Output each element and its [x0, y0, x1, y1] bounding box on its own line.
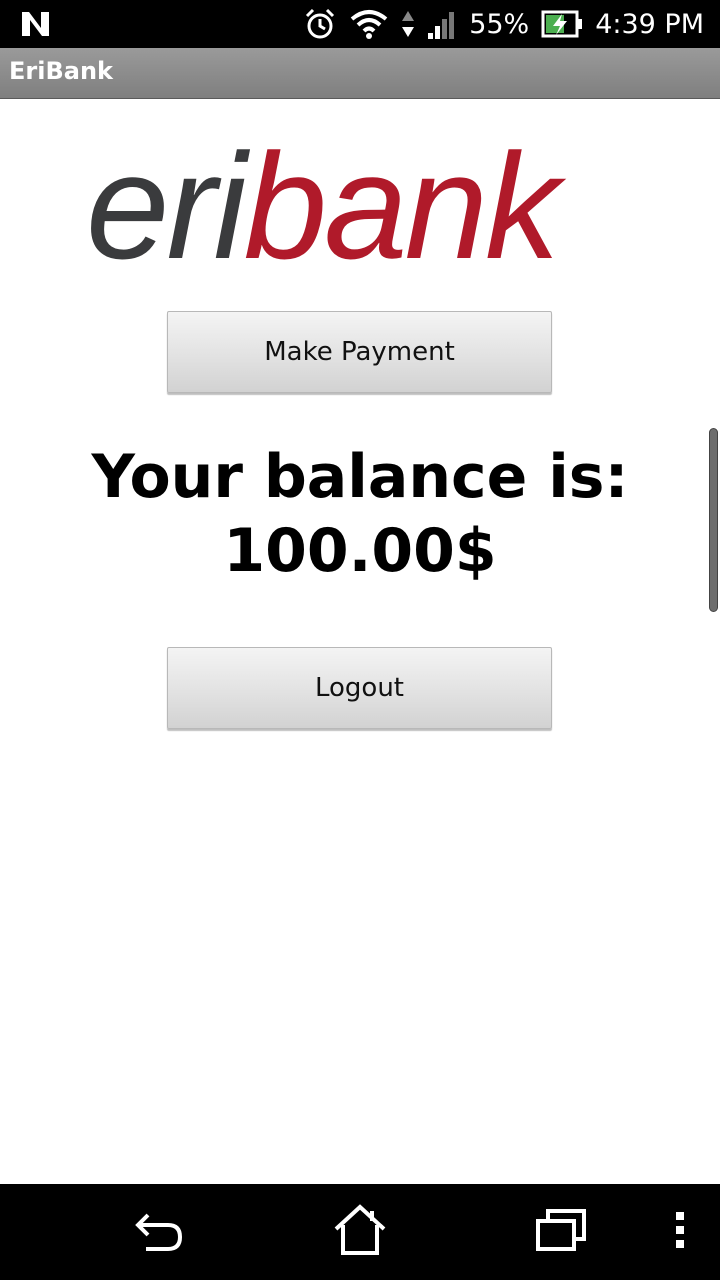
home-button[interactable]	[328, 1202, 392, 1262]
balance-label: Your balance is:	[91, 442, 629, 512]
overflow-menu-icon	[674, 1210, 686, 1254]
status-bar: 55% 4:39 PM	[0, 0, 720, 48]
scrollbar[interactable]	[709, 428, 718, 612]
app-title: EriBank	[9, 57, 113, 85]
back-icon	[132, 1205, 188, 1259]
logo-text-bank: bank	[244, 122, 567, 277]
app-title-bar: EriBank	[0, 48, 720, 99]
navigation-bar	[0, 1184, 720, 1280]
logout-button[interactable]: Logout	[167, 647, 552, 729]
make-payment-label: Make Payment	[264, 337, 455, 367]
recent-apps-icon	[532, 1205, 588, 1259]
overflow-menu-button[interactable]	[648, 1202, 712, 1262]
battery-charging-icon	[541, 9, 583, 39]
n-notification-icon	[18, 6, 54, 42]
alarm-clock-icon	[303, 7, 337, 41]
back-button[interactable]	[128, 1202, 192, 1262]
cell-signal-icon	[427, 7, 457, 41]
balance-display: Your balance is: 100.00$	[0, 440, 720, 588]
wifi-icon	[349, 7, 389, 41]
data-transfer-icon	[401, 7, 415, 41]
logo-text: eribank	[86, 122, 567, 277]
logo-text-eri: eri	[86, 122, 250, 277]
screen: 55% 4:39 PM EriBank eribank Make Payment…	[0, 0, 720, 1280]
make-payment-button[interactable]: Make Payment	[167, 311, 552, 393]
recent-apps-button[interactable]	[528, 1202, 592, 1262]
balance-value: 100.00$	[223, 516, 497, 586]
battery-percent: 55%	[469, 8, 530, 40]
logout-label: Logout	[314, 673, 405, 703]
home-icon	[330, 1203, 390, 1261]
clock-time: 4:39 PM	[595, 8, 704, 40]
eribank-logo: eribank	[86, 122, 570, 277]
